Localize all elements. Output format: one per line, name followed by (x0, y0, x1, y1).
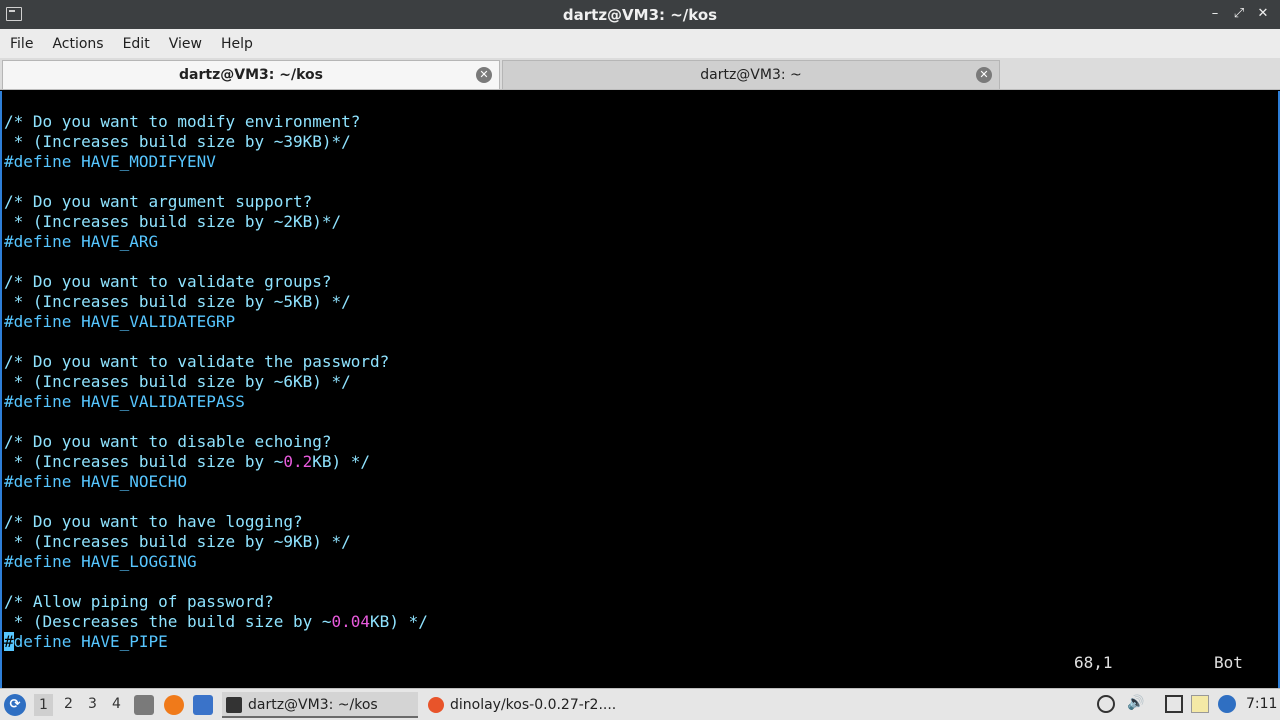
code-token: #define HAVE_NOECHO (4, 472, 188, 491)
code-token: 0.04 (331, 612, 371, 631)
menu-view[interactable]: View (169, 36, 213, 52)
code-token: define HAVE_PIPE (13, 632, 168, 651)
clock: 7:11 (1246, 696, 1278, 712)
network-icon[interactable] (1097, 695, 1115, 713)
code-line: /* Do you want argument support? (4, 192, 428, 212)
code-token: #define HAVE_VALIDATEPASS (4, 392, 245, 411)
code-token: * (Descreases the build size by ~ (4, 612, 332, 631)
code-token: /* Do you want argument support? (4, 192, 313, 211)
code-line: /* Do you want to disable echoing? (4, 432, 428, 452)
tab-close-icon[interactable]: ✕ (476, 67, 492, 83)
code-line: /* Do you want to validate groups? (4, 272, 428, 292)
window-titlebar[interactable]: dartz@VM3: ~/kos – ⤢ ✕ (0, 0, 1280, 29)
minimize-button[interactable]: – (1208, 5, 1222, 23)
code-line: /* Do you want to modify environment? (4, 112, 428, 132)
menu-file[interactable]: File (10, 36, 44, 52)
code-line: #define HAVE_VALIDATEPASS (4, 392, 428, 412)
code-token: /* Do you want to disable echoing? (4, 432, 332, 451)
code-token: * (Increases build size by ~39KB)*/ (4, 132, 351, 151)
file-manager-icon[interactable] (134, 695, 154, 715)
menu-bar: File Actions Edit View Help (0, 29, 1280, 58)
code-token: KB) */ (370, 612, 428, 631)
maximize-button[interactable]: ⤢ (1232, 5, 1246, 23)
clipboard-icon[interactable] (1191, 695, 1209, 713)
task-firefox[interactable]: dinolay/kos-0.0.27-r2.... (424, 692, 624, 718)
menu-actions[interactable]: Actions (52, 36, 114, 52)
code-line: #define HAVE_LOGGING (4, 552, 428, 572)
code-token: /* Allow piping of password? (4, 592, 274, 611)
code-line: /* Allow piping of password? (4, 592, 428, 612)
tab-bar: dartz@VM3: ~/kos ✕ dartz@VM3: ~ ✕ (0, 58, 1280, 90)
tab-label: dartz@VM3: ~ (700, 67, 802, 83)
tab-home[interactable]: dartz@VM3: ~ ✕ (502, 60, 1000, 89)
firefox-launcher-icon[interactable] (164, 695, 184, 715)
code-line: * (Increases build size by ~39KB)*/ (4, 132, 428, 152)
code-line: #define HAVE_PIPE (4, 632, 428, 652)
code-token: * (Increases build size by ~6KB) */ (4, 372, 351, 391)
code-line: #define HAVE_VALIDATEGRP (4, 312, 428, 332)
code-line: * (Increases build size by ~9KB) */ (4, 532, 428, 552)
code-token: /* Do you want to modify environment? (4, 112, 361, 131)
lubuntu-start-icon[interactable]: ⟳ (4, 694, 26, 716)
code-line: * (Increases build size by ~5KB) */ (4, 292, 428, 312)
code-line: /* Do you want to validate the password? (4, 352, 428, 372)
code-line: /* Do you want to have logging? (4, 512, 428, 532)
code-token: * (Increases build size by ~2KB)*/ (4, 212, 342, 231)
code-line: #define HAVE_MODIFYENV (4, 152, 428, 172)
window-controls: – ⤢ ✕ (1208, 5, 1270, 23)
code-token: * (Increases build size by ~5KB) */ (4, 292, 351, 311)
code-token: /* Do you want to validate groups? (4, 272, 332, 291)
workspace-2[interactable]: 2 (64, 696, 73, 712)
code-token: #define HAVE_LOGGING (4, 552, 197, 571)
code-line: * (Increases build size by ~0.2KB) */ (4, 452, 428, 472)
terminal-area[interactable]: /* Do you want to modify environment? * … (0, 91, 1280, 688)
task-terminal[interactable]: dartz@VM3: ~/kos (222, 692, 418, 718)
workspace-4[interactable]: 4 (112, 696, 121, 712)
code-line: #define HAVE_ARG (4, 232, 428, 252)
code-line: * (Increases build size by ~6KB) */ (4, 372, 428, 392)
workspace-3[interactable]: 3 (88, 696, 97, 712)
menu-edit[interactable]: Edit (123, 36, 161, 52)
volume-icon[interactable]: 🔊 (1127, 695, 1145, 713)
code-token: /* Do you want to validate the password? (4, 352, 390, 371)
code-token: KB) */ (312, 452, 371, 471)
code-token: 0.2 (283, 452, 313, 471)
text-cursor: # (4, 632, 14, 651)
terminal-icon (226, 697, 242, 713)
firefox-icon (428, 697, 444, 713)
cursor-position: 68,1 (1074, 653, 1113, 672)
code-token: /* Do you want to have logging? (4, 512, 303, 531)
code-token: * (Increases build size by ~9KB) */ (4, 532, 351, 551)
close-button[interactable]: ✕ (1256, 5, 1270, 23)
code-line: * (Descreases the build size by ~0.04KB)… (4, 612, 428, 632)
show-desktop-icon[interactable] (193, 695, 213, 715)
task-label: dartz@VM3: ~/kos (248, 697, 378, 713)
taskbar: ⟳ 1 2 3 4 dartz@VM3: ~/kos dinolay/kos-0… (0, 688, 1280, 720)
tab-close-icon[interactable]: ✕ (976, 67, 992, 83)
code-line: #define HAVE_NOECHO (4, 472, 428, 492)
workspace-1[interactable]: 1 (34, 694, 53, 716)
task-label: dinolay/kos-0.0.27-r2.... (450, 697, 617, 713)
code-token: #define HAVE_ARG (4, 232, 159, 251)
scroll-position: Bot (1214, 653, 1243, 672)
code-token: #define HAVE_VALIDATEGRP (4, 312, 236, 331)
window-title: dartz@VM3: ~/kos (562, 6, 718, 24)
code-token: #define HAVE_MODIFYENV (4, 152, 216, 171)
editor-lines: /* Do you want to modify environment? * … (4, 112, 428, 652)
screen-icon[interactable] (1165, 695, 1183, 713)
code-line: * (Increases build size by ~2KB)*/ (4, 212, 428, 232)
tab-kos[interactable]: dartz@VM3: ~/kos ✕ (2, 60, 500, 89)
menu-help[interactable]: Help (221, 36, 264, 52)
code-token: * (Increases build size by ~ (4, 452, 284, 471)
tab-label: dartz@VM3: ~/kos (179, 67, 323, 83)
update-notifier-icon[interactable] (1218, 695, 1236, 713)
